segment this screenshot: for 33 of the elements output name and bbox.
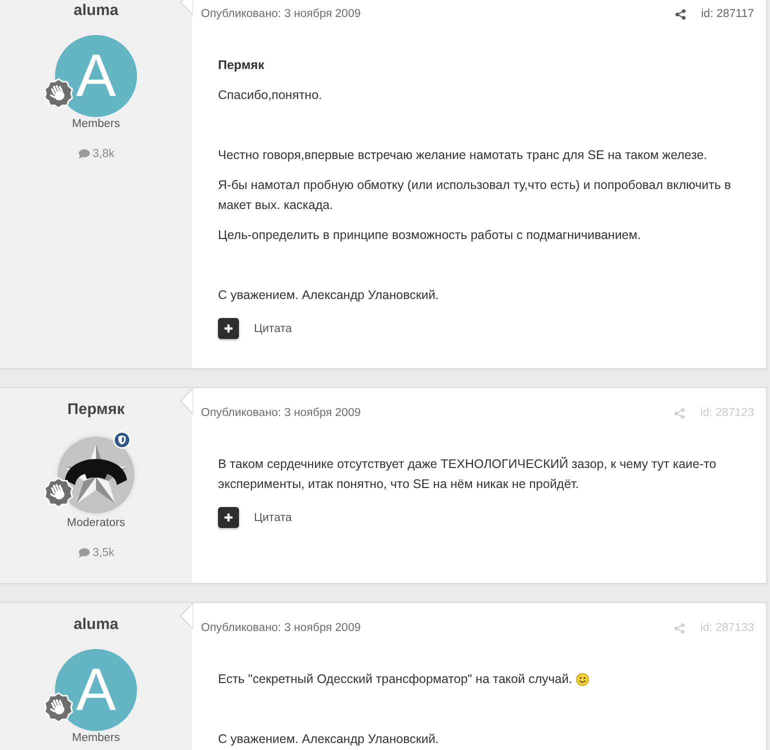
published-date: Опубликовано: 3 ноября 2009	[201, 621, 361, 636]
post-text: Спасибо,понятно.	[218, 87, 322, 104]
quote-link[interactable]: Цитата	[254, 510, 292, 526]
published-date: Опубликовано: 3 ноября 2009	[201, 7, 361, 22]
post-text: Честно говоря,впервые встречаю желание намотать транс для SE на таком железе.	[218, 147, 708, 164]
author-name[interactable]: aluma	[74, 1, 118, 21]
author-name[interactable]: Пермяк	[67, 400, 125, 420]
hand-seal-badge-icon	[43, 477, 74, 508]
post-text: Есть "секретный Одесский трансформатор" на такой случай.	[218, 671, 572, 688]
member-group: Members	[72, 731, 120, 745]
plus-icon	[224, 513, 233, 522]
share-icon[interactable]	[675, 8, 686, 20]
multiquote-button[interactable]	[218, 507, 239, 528]
hand-seal-badge-icon	[43, 78, 74, 109]
post-count: 3,5k	[92, 546, 114, 560]
plus-icon	[224, 324, 233, 333]
member-group: Moderators	[66, 516, 126, 530]
member-group: Members	[72, 117, 120, 131]
post-id-link[interactable]: id: 287117	[701, 6, 754, 22]
comment-icon	[78, 548, 90, 558]
multiquote-button[interactable]	[218, 318, 239, 339]
author-name[interactable]: aluma	[74, 615, 118, 635]
post-text: С уважением. Александр Улановский.	[218, 287, 439, 304]
comment-icon	[78, 149, 90, 159]
published-date: Опубликовано: 3 ноября 2009	[201, 406, 361, 421]
hand-seal-badge-icon	[43, 692, 74, 723]
quote-link[interactable]: Цитата	[254, 320, 292, 336]
post-text: С уважением. Александр Улановский.	[218, 731, 439, 748]
post-text: Я-бы намотал пробную обмотку (или использовал ту,что есть) и попробовал включить в макет вых. каскада.	[218, 177, 732, 214]
post-text: Пермяк	[218, 57, 264, 74]
post-text: В таком сердечнике отсутствует даже ТЕХНОЛОГИЧЕСКИЙ зазор, к чему тут каие-то эксперименты, итак понятно, что SE на нём никак не пройдёт.	[218, 456, 718, 493]
post-count: 3,8k	[92, 147, 114, 161]
post-text: Цель-определить в принципе возможность работы с подмагничиванием.	[218, 227, 641, 244]
